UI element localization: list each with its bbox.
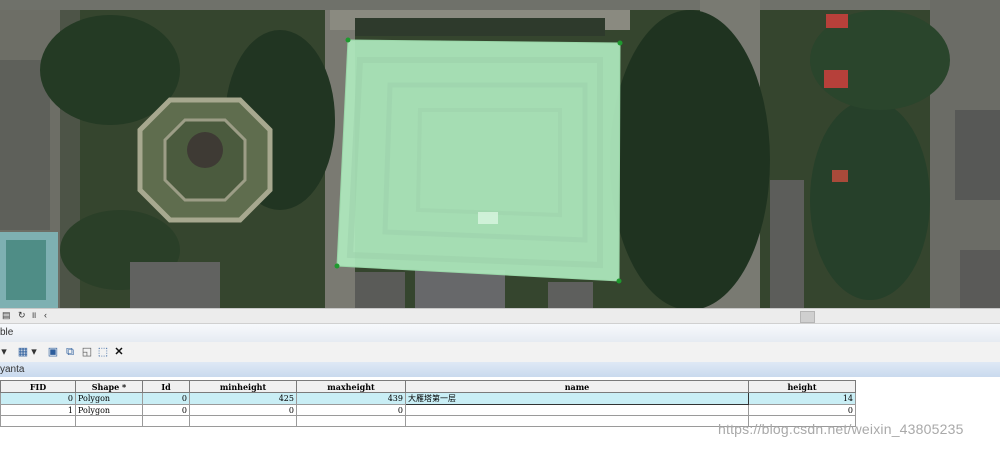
table-toolbar: ▾ ▦ ▾ ▣ ⧉ ◱ ⬚ ✕ xyxy=(0,342,1000,363)
attribute-table: FID Shape * Id minheight maxheight name … xyxy=(0,377,1000,450)
table-options-icon[interactable]: ▦ xyxy=(16,345,30,359)
map-view[interactable] xyxy=(0,0,1000,308)
delete-selected-icon[interactable]: ✕ xyxy=(112,345,126,359)
cell-name[interactable] xyxy=(405,404,749,416)
chevron-down-icon[interactable]: ▾ xyxy=(30,345,38,359)
switch-selection-icon[interactable]: ⧉ xyxy=(63,345,77,359)
column-header-height[interactable]: height xyxy=(748,380,856,393)
column-header-shape[interactable]: Shape * xyxy=(75,380,143,393)
column-header-fid[interactable]: FID xyxy=(0,380,76,393)
column-header-minheight[interactable]: minheight xyxy=(189,380,297,393)
map-status-strip: ▤ ↻ ॥ ‹ xyxy=(0,308,1000,324)
cell-name[interactable]: 大雁塔第一层 xyxy=(405,392,749,405)
page-icon[interactable]: ▤ xyxy=(2,310,11,321)
column-header-maxheight[interactable]: maxheight xyxy=(296,380,406,393)
table-header-row: FID Shape * Id minheight maxheight name … xyxy=(0,380,856,393)
layer-tab[interactable]: yanta xyxy=(0,364,24,375)
vertex-handle xyxy=(616,278,622,284)
cell-height[interactable]: 0 xyxy=(748,404,856,416)
cell-maxheight[interactable]: 439 xyxy=(296,392,406,405)
table-window-title: ble xyxy=(0,324,1000,343)
pause-icon[interactable]: ॥ xyxy=(31,310,36,321)
cell-id[interactable]: 0 xyxy=(142,392,190,405)
cell-fid[interactable]: 1 xyxy=(0,404,76,416)
table-window-title-text: ble xyxy=(0,327,14,338)
horizontal-scrollbar-thumb[interactable] xyxy=(800,311,815,323)
refresh-icon[interactable]: ↻ xyxy=(18,310,26,321)
vertex-handle xyxy=(345,37,351,43)
cell-maxheight[interactable]: 0 xyxy=(296,404,406,416)
cell-minheight[interactable]: 425 xyxy=(189,392,297,405)
chevron-down-icon[interactable]: ▾ xyxy=(0,345,8,359)
table-row[interactable]: 1 Polygon 0 0 0 0 xyxy=(0,404,856,416)
zoom-to-selected-icon[interactable]: ⬚ xyxy=(96,345,110,359)
cell-height[interactable]: 14 xyxy=(748,392,856,405)
watermark: https://blog.csdn.net/weixin_43805235 xyxy=(718,421,964,437)
clear-selection-icon[interactable]: ◱ xyxy=(80,345,94,359)
table-row-selected[interactable]: 0 Polygon 0 425 439 大雁塔第一层 14 xyxy=(0,392,856,405)
cell-minheight[interactable]: 0 xyxy=(189,404,297,416)
footprint-polygon xyxy=(336,39,621,282)
cell-fid[interactable]: 0 xyxy=(0,392,76,405)
column-header-name[interactable]: name xyxy=(405,380,749,393)
cell-shape[interactable]: Polygon xyxy=(75,404,143,416)
back-icon[interactable]: ‹ xyxy=(44,310,47,321)
select-by-attributes-icon[interactable]: ▣ xyxy=(46,345,60,359)
cell-shape[interactable]: Polygon xyxy=(75,392,143,405)
vertex-handle xyxy=(617,40,623,46)
vertex-handle xyxy=(334,263,340,269)
layer-tab-strip: yanta xyxy=(0,362,1000,378)
cell-id[interactable]: 0 xyxy=(142,404,190,416)
satellite-imagery xyxy=(0,0,1000,308)
column-header-id[interactable]: Id xyxy=(142,380,190,393)
